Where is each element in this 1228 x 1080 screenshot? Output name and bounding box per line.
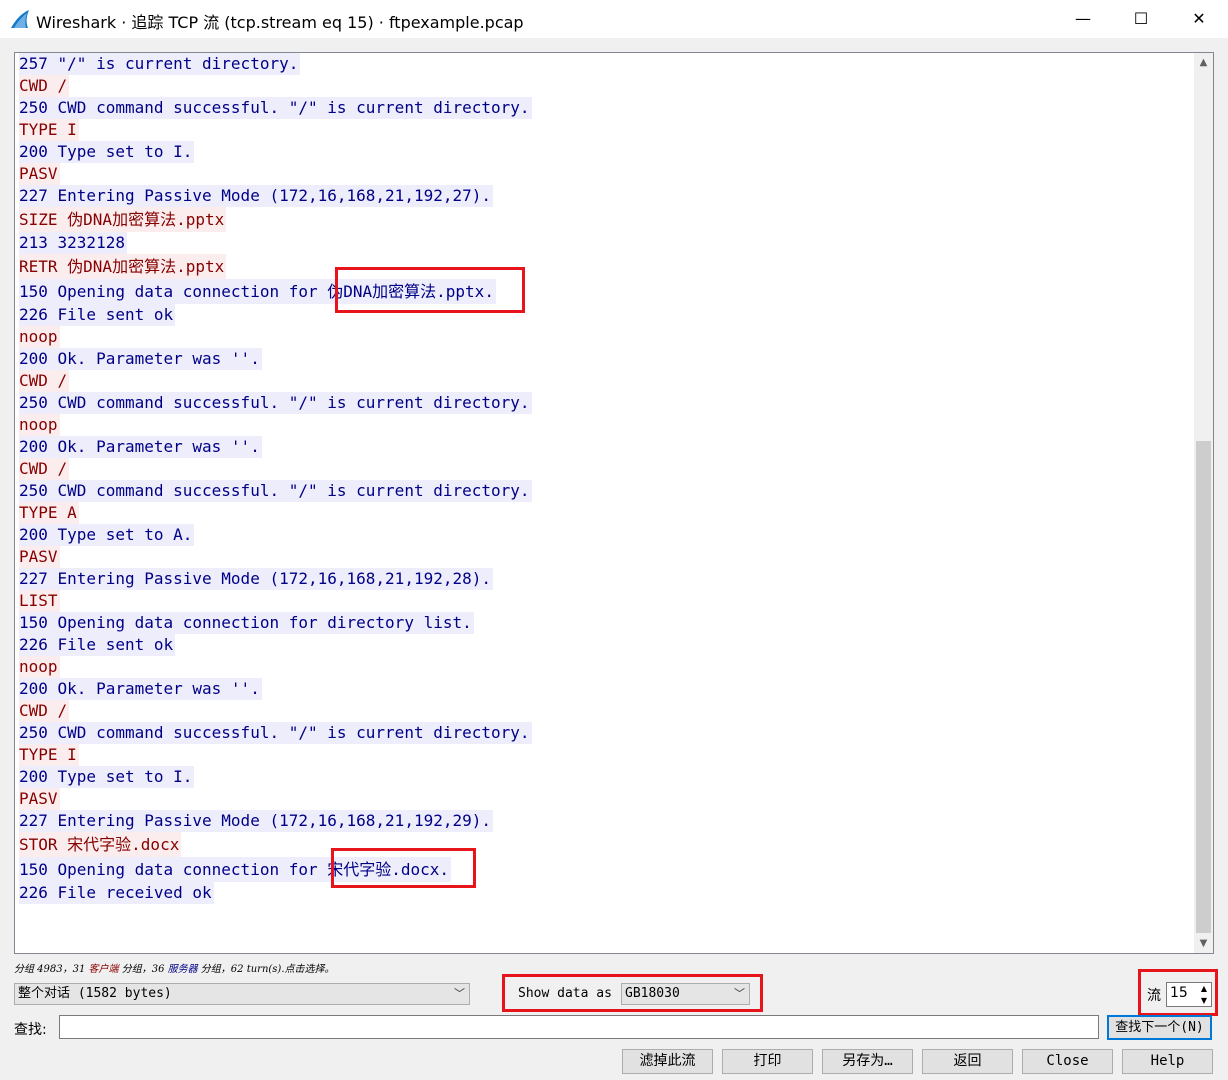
client-line: PASV	[19, 788, 60, 810]
server-line: 200 Type set to A.	[19, 524, 195, 546]
stream-index-label: 流	[1147, 988, 1161, 1004]
find-label: 查找:	[14, 1022, 47, 1038]
tcp-stream-text[interactable]: 257 "/" is current directory. CWD /250 CW…	[14, 52, 1214, 954]
save-as-button[interactable]: 另存为…	[822, 1049, 913, 1074]
close-window-button[interactable]: ✕	[1170, 0, 1228, 38]
stream-index-value: 15	[1170, 985, 1188, 1001]
server-line: 226 File received ok	[19, 882, 214, 904]
server-line: 150 Opening data connection for 宋代字验.doc…	[19, 857, 452, 882]
conversation-select-value: 整个对话 (1582 bytes)	[18, 986, 172, 1001]
client-line: STOR 宋代字验.docx	[19, 832, 182, 857]
stream-status-text: 分组 4983，31 客户端 分组，36 服务器 分组，62 turn(s).点…	[14, 960, 335, 975]
scroll-up-arrow-icon[interactable]: ▲	[1194, 53, 1213, 72]
scrollbar-thumb[interactable]	[1196, 441, 1211, 933]
server-line: 200 Type set to I.	[19, 141, 195, 163]
server-line: 200 Ok. Parameter was ''.	[19, 678, 262, 700]
show-data-select[interactable]: GB18030 ﹀	[621, 983, 750, 1005]
spin-down-icon[interactable]: ▼	[1198, 995, 1210, 1006]
client-line: TYPE I	[19, 744, 79, 766]
filter-out-stream-button[interactable]: 滤掉此流	[622, 1049, 713, 1074]
server-line: 227 Entering Passive Mode (172,16,168,21…	[19, 810, 494, 832]
server-line: 226 File sent ok	[19, 634, 176, 656]
client-line: CWD /	[19, 700, 70, 722]
status-client-word: 客户端	[88, 964, 119, 975]
client-line: noop	[19, 656, 60, 678]
find-input[interactable]	[59, 1015, 1099, 1039]
server-line: 200 Type set to I.	[19, 766, 195, 788]
status-server-word: 服务器	[167, 964, 198, 975]
show-data-value: GB18030	[625, 986, 680, 1001]
server-line: 250 CWD command successful. "/" is curre…	[19, 722, 532, 744]
status-suffix: 分组，62 turn(s).点击选择。	[197, 964, 335, 975]
client-line: TYPE A	[19, 502, 79, 524]
server-line: 226 File sent ok	[19, 304, 176, 326]
wireshark-fin-icon	[11, 10, 29, 28]
show-data-label: Show data as	[518, 986, 612, 1001]
back-button[interactable]: 返回	[922, 1049, 1013, 1074]
server-line: 150 Opening data connection for 伪DNA加密算法…	[19, 279, 496, 304]
status-middle: 分组，36	[118, 964, 168, 975]
server-line: 257 "/" is current directory.	[19, 53, 301, 75]
client-line: noop	[19, 414, 60, 436]
client-line: CWD /	[19, 370, 70, 392]
server-line: 250 CWD command successful. "/" is curre…	[19, 97, 532, 119]
client-line: RETR 伪DNA加密算法.pptx	[19, 254, 227, 279]
maximize-button[interactable]: ☐	[1112, 0, 1170, 38]
client-line: LIST	[19, 590, 60, 612]
server-line: 200 Ok. Parameter was ''.	[19, 348, 262, 370]
server-line: 150 Opening data connection for director…	[19, 612, 474, 634]
help-button[interactable]: Help	[1122, 1049, 1213, 1074]
server-line: 213 3232128	[19, 232, 127, 254]
client-line: CWD /	[19, 75, 70, 97]
close-button[interactable]: Close	[1022, 1049, 1113, 1074]
server-line: 227 Entering Passive Mode (172,16,168,21…	[19, 185, 494, 207]
stream-lines: 257 "/" is current directory. CWD /250 CW…	[19, 53, 1191, 904]
status-prefix: 分组 4983，31	[14, 964, 89, 975]
client-line: PASV	[19, 163, 60, 185]
print-button[interactable]: 打印	[722, 1049, 813, 1074]
server-line: 227 Entering Passive Mode (172,16,168,21…	[19, 568, 494, 590]
window-title: Wireshark · 追踪 TCP 流 (tcp.stream eq 15) …	[36, 13, 524, 32]
client-line: PASV	[19, 546, 60, 568]
minimize-button[interactable]: —	[1054, 0, 1112, 38]
title-bar: Wireshark · 追踪 TCP 流 (tcp.stream eq 15) …	[0, 0, 1228, 38]
chevron-down-icon: ﹀	[454, 987, 465, 1000]
conversation-select[interactable]: 整个对话 (1582 bytes) ﹀	[14, 983, 470, 1005]
find-next-button[interactable]: 查找下一个(N)	[1107, 1015, 1212, 1040]
client-line: CWD /	[19, 458, 70, 480]
client-line: SIZE 伪DNA加密算法.pptx	[19, 207, 227, 232]
scroll-down-arrow-icon[interactable]: ▼	[1194, 934, 1213, 953]
chevron-down-icon: ﹀	[734, 987, 745, 1000]
server-line: 200 Ok. Parameter was ''.	[19, 436, 262, 458]
client-line: noop	[19, 326, 60, 348]
spin-up-icon[interactable]: ▲	[1198, 983, 1210, 994]
server-line: 250 CWD command successful. "/" is curre…	[19, 392, 532, 414]
stream-index-spinbox[interactable]: 15 ▲ ▼	[1166, 982, 1212, 1007]
client-line: TYPE I	[19, 119, 79, 141]
vertical-scrollbar[interactable]: ▲ ▼	[1194, 53, 1213, 953]
server-line: 250 CWD command successful. "/" is curre…	[19, 480, 532, 502]
